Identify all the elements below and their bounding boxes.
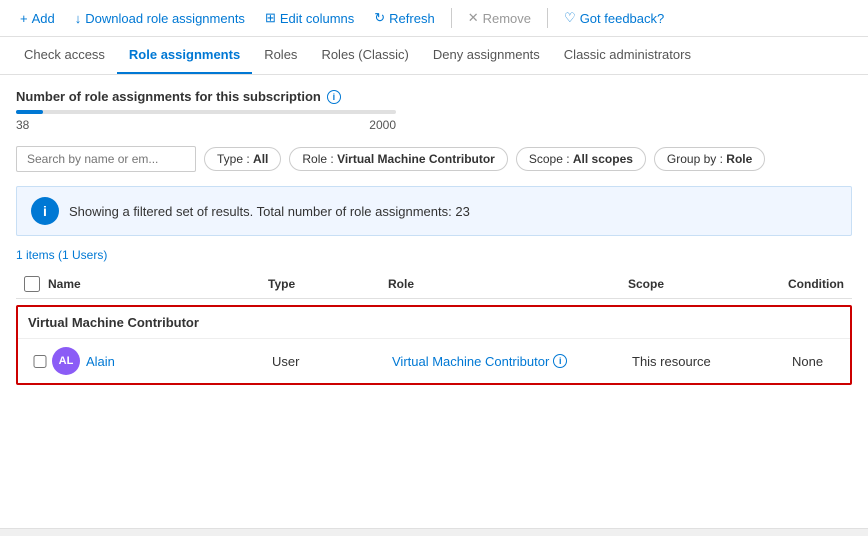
group-section: Virtual Machine Contributor AL Alain Use… bbox=[16, 305, 852, 385]
download-button[interactable]: Download role assignments bbox=[67, 7, 253, 30]
progress-track bbox=[16, 110, 396, 114]
user-cell: AL Alain bbox=[52, 347, 272, 375]
col-name: Name bbox=[48, 277, 268, 291]
filter-groupby[interactable]: Group by : Role bbox=[654, 147, 765, 171]
edit-columns-label: Edit columns bbox=[280, 11, 354, 26]
refresh-label: Refresh bbox=[389, 11, 435, 26]
page-wrapper: Add Download role assignments Edit colum… bbox=[0, 0, 868, 536]
filter-role[interactable]: Role : Virtual Machine Contributor bbox=[289, 147, 507, 171]
refresh-icon bbox=[374, 10, 385, 26]
progress-max: 2000 bbox=[369, 118, 396, 132]
toolbar: Add Download role assignments Edit colum… bbox=[0, 0, 868, 37]
feedback-label: Got feedback? bbox=[580, 11, 665, 26]
tab-check-access[interactable]: Check access bbox=[12, 37, 117, 74]
main-content: Number of role assignments for this subs… bbox=[0, 75, 868, 399]
avatar: AL bbox=[52, 347, 80, 375]
remove-label: Remove bbox=[483, 11, 531, 26]
items-count: 1 items (1 Users) bbox=[16, 248, 852, 262]
filter-scope[interactable]: Scope : All scopes bbox=[516, 147, 646, 171]
group-header: Virtual Machine Contributor bbox=[18, 307, 850, 339]
row-scope: This resource bbox=[632, 354, 792, 369]
horizontal-scrollbar[interactable] bbox=[0, 528, 868, 536]
progress-labels: 38 2000 bbox=[16, 118, 396, 132]
add-button[interactable]: Add bbox=[12, 7, 63, 30]
close-icon bbox=[468, 10, 479, 26]
row-checkbox[interactable] bbox=[28, 355, 52, 368]
section-info-icon[interactable]: i bbox=[327, 90, 341, 104]
feedback-button[interactable]: Got feedback? bbox=[556, 6, 672, 30]
progress-fill bbox=[16, 110, 43, 114]
search-input[interactable] bbox=[16, 146, 196, 172]
add-label: Add bbox=[32, 11, 55, 26]
select-all-checkbox[interactable] bbox=[24, 276, 40, 292]
nav-tabs: Check access Role assignments Roles Role… bbox=[0, 37, 868, 75]
info-banner: i Showing a filtered set of results. Tot… bbox=[16, 186, 852, 236]
remove-button[interactable]: Remove bbox=[460, 6, 539, 30]
col-role: Role bbox=[388, 277, 628, 291]
refresh-button[interactable]: Refresh bbox=[366, 6, 442, 30]
table-row: AL Alain User Virtual Machine Contributo… bbox=[18, 339, 850, 383]
info-circle-icon: i bbox=[31, 197, 59, 225]
progress-min: 38 bbox=[16, 118, 29, 132]
role-cell[interactable]: Virtual Machine Contributor i bbox=[392, 354, 632, 369]
tab-deny-assignments[interactable]: Deny assignments bbox=[421, 37, 552, 74]
separator-1 bbox=[451, 8, 452, 28]
plus-icon bbox=[20, 11, 28, 26]
heart-icon bbox=[564, 10, 576, 26]
tab-roles[interactable]: Roles bbox=[252, 37, 309, 74]
edit-columns-button[interactable]: Edit columns bbox=[257, 6, 362, 30]
banner-text: Showing a filtered set of results. Total… bbox=[69, 204, 470, 219]
progress-bar-container: 38 2000 bbox=[16, 110, 852, 132]
tab-roles-classic[interactable]: Roles (Classic) bbox=[309, 37, 420, 74]
filter-type[interactable]: Type : All bbox=[204, 147, 281, 171]
section-title: Number of role assignments for this subs… bbox=[16, 89, 852, 104]
filters-row: Type : All Role : Virtual Machine Contri… bbox=[16, 146, 852, 172]
col-type: Type bbox=[268, 277, 388, 291]
table-header: Name Type Role Scope Condition bbox=[16, 270, 852, 299]
user-link[interactable]: Alain bbox=[86, 354, 115, 369]
col-condition: Condition bbox=[788, 277, 868, 291]
tab-classic-admins[interactable]: Classic administrators bbox=[552, 37, 703, 74]
tab-role-assignments[interactable]: Role assignments bbox=[117, 37, 252, 74]
grid-icon bbox=[265, 10, 276, 26]
col-scope: Scope bbox=[628, 277, 788, 291]
row-condition: None bbox=[792, 354, 868, 369]
separator-2 bbox=[547, 8, 548, 28]
download-icon bbox=[75, 11, 82, 26]
download-label: Download role assignments bbox=[85, 11, 245, 26]
row-type: User bbox=[272, 354, 392, 369]
role-info-icon[interactable]: i bbox=[553, 354, 567, 368]
